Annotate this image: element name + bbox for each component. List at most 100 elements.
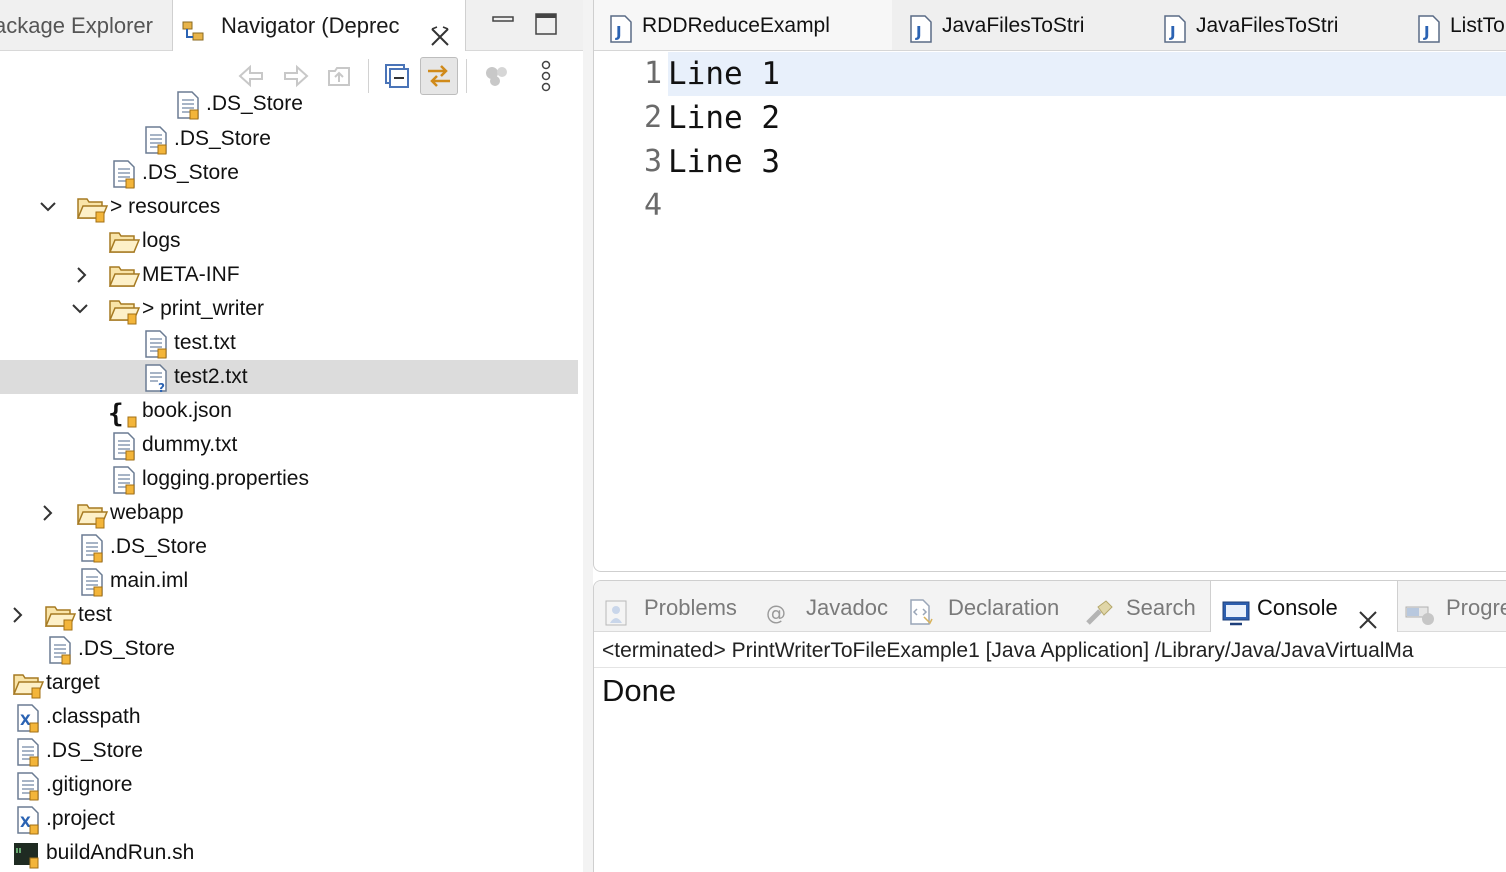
tree-item[interactable]: .DS_Store bbox=[0, 734, 578, 768]
chevron-right-icon[interactable] bbox=[38, 503, 58, 523]
code-line[interactable]: 4 bbox=[594, 184, 1506, 228]
tree-item[interactable]: test bbox=[0, 598, 578, 632]
line-text: Line 3 bbox=[668, 144, 780, 180]
tree-item[interactable]: logging.properties bbox=[0, 462, 578, 496]
tree-item[interactable]: target bbox=[0, 666, 578, 700]
xml-file-icon: X bbox=[12, 805, 42, 835]
svg-text:J: J bbox=[1169, 23, 1176, 41]
svg-text:J: J bbox=[1423, 23, 1430, 41]
chevron-right-icon[interactable] bbox=[8, 605, 28, 625]
tree-item[interactable]: webapp bbox=[0, 496, 578, 530]
tree-item[interactable]: .DS_Store bbox=[0, 87, 578, 121]
tab-console[interactable]: Console bbox=[1210, 581, 1398, 632]
editor-area: J RDDReduceExampl J JavaFilesToStri J JavaFil… bbox=[593, 0, 1506, 572]
tree-item[interactable]: .DS_Store bbox=[0, 156, 578, 190]
editor-tab-label: ListTo bbox=[1450, 14, 1505, 37]
tab-navigator[interactable]: Navigator (Deprec bbox=[172, 0, 466, 51]
json-file-icon: { } bbox=[108, 397, 155, 429]
line-number: 4 bbox=[643, 188, 662, 223]
tree-item-label: > resources bbox=[110, 195, 221, 218]
text-file-icon bbox=[140, 125, 170, 155]
text-file-icon bbox=[140, 329, 170, 359]
tree-item-label: .DS_Store bbox=[110, 535, 207, 558]
folder-icon bbox=[108, 261, 141, 291]
tree-item-label: .gitignore bbox=[46, 773, 133, 796]
code-line[interactable]: 1 Line 1 bbox=[594, 52, 1506, 96]
tab-label: Declaration bbox=[948, 595, 1060, 620]
tree-item[interactable]: META-INF bbox=[0, 258, 578, 292]
tree-item-label: test.txt bbox=[174, 331, 236, 354]
tree-item-label: logging.properties bbox=[142, 467, 309, 490]
tree-item-label: test bbox=[78, 603, 112, 626]
tree-item[interactable]: X .project bbox=[0, 802, 578, 836]
tree-item-label: dummy.txt bbox=[142, 433, 238, 456]
tree-item[interactable]: > resources bbox=[0, 190, 578, 224]
maximize-icon[interactable] bbox=[534, 12, 558, 41]
tab-declaration[interactable]: Declaration bbox=[906, 581, 1076, 631]
tree-item[interactable]: ? test2.txt bbox=[0, 360, 578, 395]
tree-item-label: .classpath bbox=[46, 705, 141, 728]
tab-label: Console bbox=[1257, 595, 1338, 620]
tree-item[interactable]: buildAndRun.sh bbox=[0, 836, 578, 870]
text-file-icon bbox=[12, 737, 42, 767]
tree-item-label: .project bbox=[46, 807, 115, 830]
tab-search[interactable]: Search bbox=[1084, 581, 1204, 631]
editor-tab[interactable]: J JavaFilesToStri bbox=[894, 0, 1146, 50]
text-file-icon bbox=[172, 90, 202, 120]
tab-label: Search bbox=[1126, 595, 1196, 620]
navigator-panel: ackage Explorer Navigator (Deprec .DS_St… bbox=[0, 0, 583, 872]
folder-open-icon bbox=[108, 295, 141, 325]
tab-javadoc[interactable]: @ Javadoc bbox=[764, 581, 900, 631]
svg-text:X: X bbox=[20, 815, 31, 831]
chevron-down-icon[interactable] bbox=[70, 299, 90, 319]
tree-item-label: .DS_Store bbox=[206, 92, 303, 115]
folder-open-icon bbox=[76, 193, 109, 223]
tab-package-explorer[interactable]: ackage Explorer bbox=[0, 0, 153, 50]
chevron-down-icon[interactable] bbox=[38, 197, 58, 217]
editor-tab-label: JavaFilesToStri bbox=[942, 14, 1085, 37]
text-file-unknown-icon: ? bbox=[140, 363, 170, 395]
editor-tab[interactable]: J JavaFilesToStri bbox=[1148, 0, 1400, 50]
editor-tab-label: JavaFilesToStri bbox=[1196, 14, 1339, 37]
minimize-icon[interactable] bbox=[492, 12, 514, 39]
editor-tab-bar: J RDDReduceExampl J JavaFilesToStri J JavaFil… bbox=[594, 0, 1506, 51]
line-text: Line 1 bbox=[668, 56, 780, 92]
tree-item-label: .DS_Store bbox=[46, 739, 143, 762]
tree-item-label: main.iml bbox=[110, 569, 189, 592]
text-file-icon bbox=[108, 465, 138, 495]
tree-item[interactable]: > print_writer bbox=[0, 292, 578, 326]
code-line[interactable]: 3 Line 3 bbox=[594, 140, 1506, 184]
tree-item[interactable]: .DS_Store bbox=[0, 530, 578, 564]
text-file-icon bbox=[12, 771, 42, 801]
line-text: Line 2 bbox=[668, 100, 780, 136]
tree-item-label: test2.txt bbox=[174, 365, 248, 388]
tab-progre[interactable]: Progre bbox=[1404, 581, 1506, 631]
text-file-icon bbox=[108, 431, 138, 461]
chevron-right-icon[interactable] bbox=[72, 265, 92, 285]
code-line[interactable]: 2 Line 2 bbox=[594, 96, 1506, 140]
tree-item[interactable]: .DS_Store bbox=[0, 632, 578, 666]
editor-tab[interactable]: J RDDReduceExampl bbox=[594, 0, 892, 50]
tree-item[interactable]: test.txt bbox=[0, 326, 578, 360]
tree-item-label: > print_writer bbox=[142, 297, 264, 320]
console-output[interactable]: Done bbox=[602, 669, 676, 713]
tree-item[interactable]: { }book.json bbox=[0, 394, 578, 429]
tree-item[interactable]: dummy.txt bbox=[0, 428, 578, 462]
tree-item[interactable]: .DS_Store bbox=[0, 122, 578, 156]
folder-icon bbox=[108, 227, 141, 257]
tree-item-label: target bbox=[46, 671, 100, 694]
text-file-icon bbox=[76, 567, 106, 597]
tree-item[interactable]: X .classpath bbox=[0, 700, 578, 734]
folder-open-icon bbox=[76, 499, 109, 529]
console-panel: Problems @ Javadoc Declaration Search Console… bbox=[593, 580, 1506, 872]
sash[interactable] bbox=[583, 0, 593, 872]
text-file-icon bbox=[44, 635, 74, 665]
tab-problems[interactable]: Problems bbox=[602, 581, 752, 631]
tree-item[interactable]: .gitignore bbox=[0, 768, 578, 802]
editor-tab[interactable]: J ListTo bbox=[1402, 0, 1506, 50]
tree-item-label: logs bbox=[142, 229, 181, 252]
tree-item-label: .DS_Store bbox=[78, 637, 175, 660]
tree-item-label: webapp bbox=[110, 501, 184, 524]
tree-item[interactable]: main.iml bbox=[0, 564, 578, 598]
tree-item[interactable]: logs bbox=[0, 224, 578, 258]
